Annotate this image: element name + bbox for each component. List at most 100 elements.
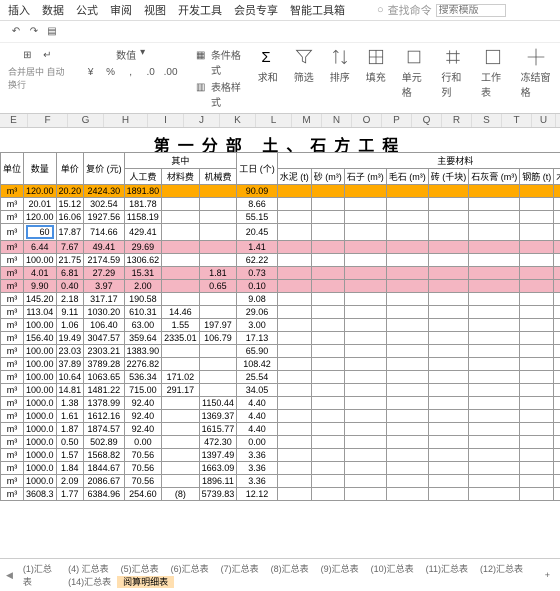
tab-formula[interactable]: 公式	[76, 2, 98, 18]
cell[interactable]: 25.54	[237, 371, 278, 384]
table-row[interactable]: m³1000.02.092086.6770.561896.113.36	[1, 475, 560, 488]
cell[interactable]: 5739.83	[199, 488, 237, 501]
cell[interactable]	[469, 371, 520, 384]
search-input[interactable]	[436, 4, 506, 17]
cell[interactable]: 1000.0	[24, 397, 57, 410]
table-row[interactable]: m³4.016.8127.2915.311.810.73	[1, 267, 560, 280]
cell[interactable]: 37.89	[56, 358, 84, 371]
cell[interactable]	[554, 436, 560, 449]
cell[interactable]: m³	[1, 436, 24, 449]
cell[interactable]	[277, 254, 311, 267]
table-row[interactable]: m³145.202.18317.17190.589.08	[1, 293, 560, 306]
cell[interactable]	[199, 185, 237, 198]
cell[interactable]: 29.69	[124, 241, 162, 254]
cell[interactable]	[162, 224, 200, 241]
cell[interactable]: 49.41	[84, 241, 125, 254]
cell[interactable]	[199, 224, 237, 241]
cell[interactable]	[386, 224, 428, 241]
freeze-button[interactable]: 冻结窗格	[521, 47, 552, 109]
cell[interactable]	[386, 449, 428, 462]
cell[interactable]: 106.40	[84, 319, 125, 332]
cell[interactable]: 317.17	[84, 293, 125, 306]
cell[interactable]	[311, 371, 344, 384]
cell[interactable]	[428, 280, 469, 293]
cell[interactable]: 1481.22	[84, 384, 125, 397]
col-header-R[interactable]: R	[442, 114, 472, 127]
col-header-F[interactable]: F	[28, 114, 68, 127]
cell[interactable]	[311, 345, 344, 358]
cell[interactable]	[277, 241, 311, 254]
cell[interactable]: m³	[1, 224, 24, 241]
cell[interactable]	[469, 293, 520, 306]
cell[interactable]: 92.40	[124, 410, 162, 423]
cell[interactable]: 0.00	[237, 436, 278, 449]
cell[interactable]	[520, 449, 554, 462]
table-row[interactable]: m³1000.01.571568.8270.561397.493.36	[1, 449, 560, 462]
cell[interactable]	[554, 384, 560, 397]
cell[interactable]: 1.87	[56, 423, 84, 436]
cell[interactable]	[554, 198, 560, 211]
sum-button[interactable]: Σ求和	[258, 47, 278, 109]
cell[interactable]: 65.90	[237, 345, 278, 358]
cell[interactable]	[311, 488, 344, 501]
cell[interactable]	[469, 280, 520, 293]
cell[interactable]: 1612.16	[84, 410, 125, 423]
cell[interactable]	[554, 358, 560, 371]
cell[interactable]	[428, 436, 469, 449]
cell[interactable]	[199, 358, 237, 371]
rowcol-button[interactable]: 行和列	[441, 47, 465, 109]
table-row[interactable]: m³100.0037.893789.282276.82108.42	[1, 358, 560, 371]
sheet-tab[interactable]: (4) 汇总表	[62, 563, 115, 575]
cell[interactable]: 1927.56	[84, 211, 125, 224]
cell[interactable]	[520, 211, 554, 224]
cell[interactable]	[344, 488, 386, 501]
cell[interactable]: 291.17	[162, 384, 200, 397]
cell[interactable]: 8.66	[237, 198, 278, 211]
cell[interactable]: 120.00	[24, 185, 57, 198]
cell[interactable]: 1000.0	[24, 423, 57, 436]
cell[interactable]	[162, 267, 200, 280]
cell[interactable]: 62.22	[237, 254, 278, 267]
cell[interactable]	[428, 423, 469, 436]
cell[interactable]	[199, 254, 237, 267]
cell[interactable]: 1891.80	[124, 185, 162, 198]
cell[interactable]	[386, 423, 428, 436]
cell[interactable]: 3047.57	[84, 332, 125, 345]
cell[interactable]: 6384.96	[84, 488, 125, 501]
cell[interactable]	[554, 185, 560, 198]
cell[interactable]: 3.36	[237, 449, 278, 462]
cell[interactable]: 0.10	[237, 280, 278, 293]
sheet-tab[interactable]: (6)汇总表	[165, 563, 215, 575]
cell[interactable]	[520, 371, 554, 384]
back-icon[interactable]: ↶	[8, 24, 24, 40]
cell[interactable]	[520, 293, 554, 306]
cell[interactable]	[311, 449, 344, 462]
cell[interactable]: 1844.67	[84, 462, 125, 475]
table-row[interactable]: m³100.0010.641063.65536.34171.0225.54	[1, 371, 560, 384]
cell[interactable]	[520, 462, 554, 475]
cell[interactable]: m³	[1, 319, 24, 332]
cell[interactable]	[386, 410, 428, 423]
cell[interactable]	[386, 241, 428, 254]
cell[interactable]	[469, 254, 520, 267]
cond-fmt-icon[interactable]: ▦	[195, 47, 207, 63]
cell[interactable]	[311, 224, 344, 241]
cell[interactable]	[277, 423, 311, 436]
col-header-O[interactable]: O	[352, 114, 382, 127]
cell[interactable]	[162, 462, 200, 475]
cell[interactable]	[162, 345, 200, 358]
cell[interactable]	[311, 267, 344, 280]
sheet-area[interactable]: 第一分部 土、石方工程 单位数量单价复价 (元)其中工日 (个)主要材料人工费材…	[0, 128, 560, 558]
cell[interactable]: 92.40	[124, 423, 162, 436]
cell[interactable]	[554, 293, 560, 306]
cell[interactable]: 0.00	[124, 436, 162, 449]
sheet-tab[interactable]: (5)汇总表	[115, 563, 165, 575]
cell[interactable]	[344, 306, 386, 319]
cell[interactable]	[386, 306, 428, 319]
cell[interactable]	[469, 198, 520, 211]
cell[interactable]	[162, 436, 200, 449]
cell[interactable]	[520, 488, 554, 501]
cell[interactable]: m³	[1, 345, 24, 358]
cell[interactable]	[344, 371, 386, 384]
cell[interactable]: 1063.65	[84, 371, 125, 384]
